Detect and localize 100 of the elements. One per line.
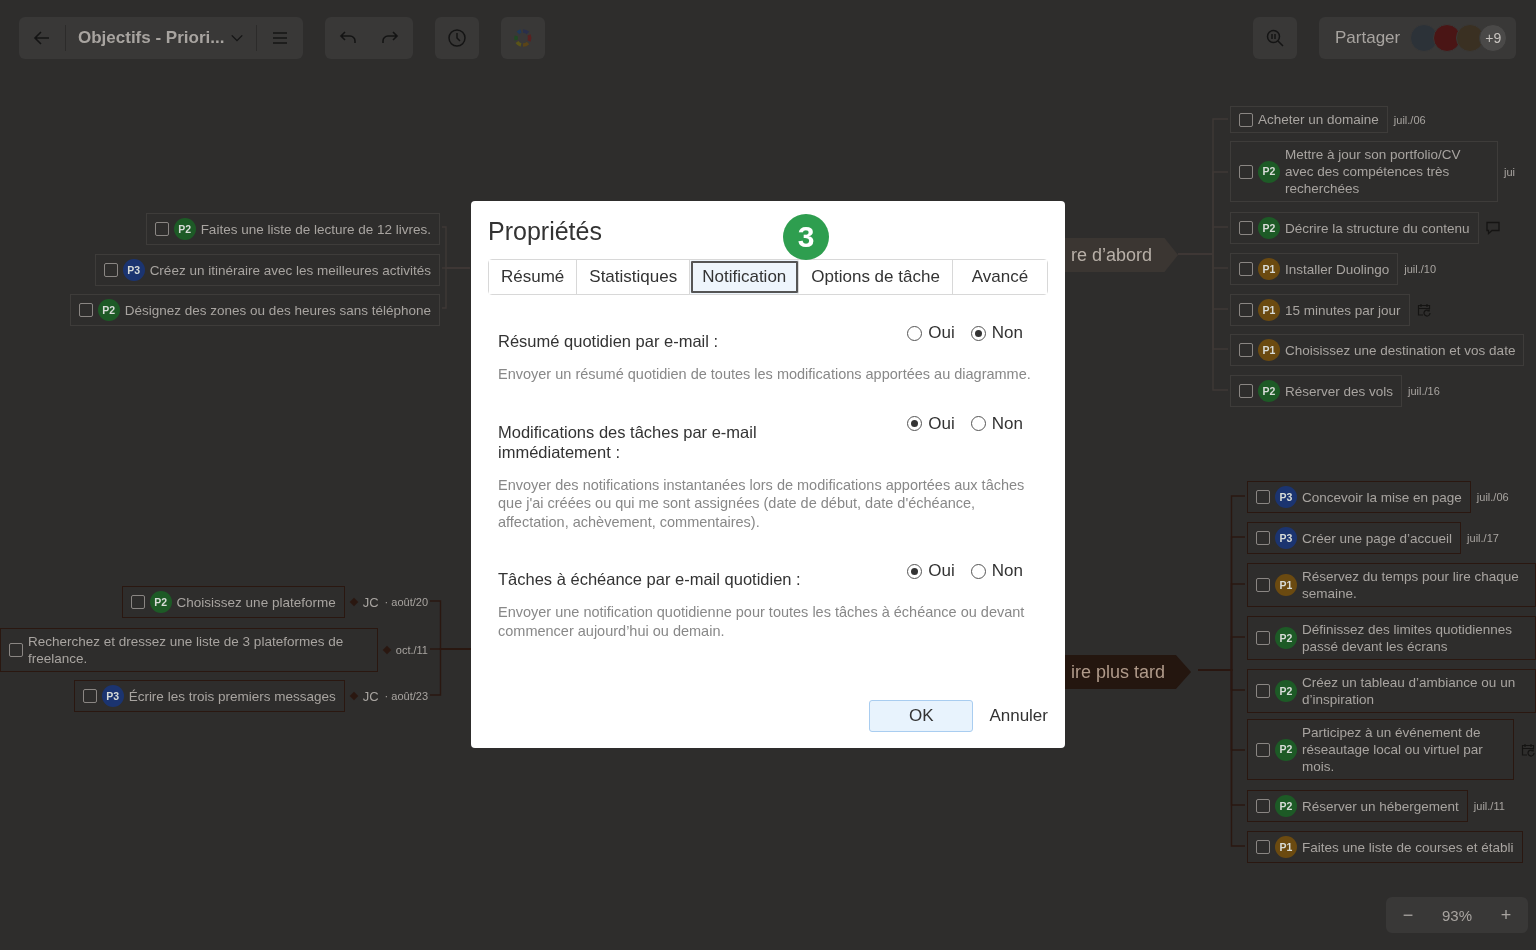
due-date: juil./10 <box>1404 263 1437 275</box>
radio-option[interactable]: Non <box>970 561 1023 581</box>
checkbox[interactable] <box>1256 840 1270 854</box>
checkbox[interactable] <box>154 222 169 236</box>
radio-option[interactable]: Non <box>970 413 1023 434</box>
task-text: Réserver des vols <box>1285 382 1394 400</box>
task-node[interactable]: P2 Mettre à jour son portfolio/CV avec des compétences très recherchées <box>1230 141 1498 202</box>
task-text: Décrire la structure du contenu <box>1285 219 1470 237</box>
checkbox[interactable] <box>1239 112 1253 127</box>
task-text: Créez un tableau d’ambiance ou un d’inspiration <box>1302 674 1517 708</box>
task-node[interactable]: P2 Participez à un événement de réseautage local ou virtuel par mois. <box>1247 719 1514 780</box>
checkbox[interactable] <box>9 643 23 657</box>
radio-option[interactable]: Non <box>970 323 1023 343</box>
zoom-out-button[interactable]: − <box>1394 903 1422 927</box>
checkbox[interactable] <box>1256 799 1270 813</box>
search-icon <box>1265 28 1285 48</box>
checkbox[interactable] <box>78 303 93 317</box>
checkbox[interactable] <box>1256 684 1270 698</box>
task-text: Recherchez et dressez une liste de 3 plateformes de freelance. <box>28 633 345 667</box>
radio-option[interactable]: Oui <box>907 413 955 434</box>
zoom-in-button[interactable]: + <box>1492 903 1520 927</box>
setting-label: Résumé quotidien par e-mail : <box>498 331 719 351</box>
assignee-initials: JC <box>362 688 379 704</box>
ok-button[interactable]: OK <box>869 700 974 732</box>
cancel-button[interactable]: Annuler <box>989 706 1048 726</box>
task-node[interactable]: Recherchez et dressez une liste de 3 plateformes de freelance. <box>0 628 378 672</box>
checkbox[interactable] <box>1239 303 1253 317</box>
checkbox[interactable] <box>1239 164 1253 179</box>
task-node[interactable]: P2 Définissez des limites quotidiennes passé devant les écrans <box>1247 616 1536 660</box>
setting-label: Modifications des tâches par e-mail immédiatement : <box>498 421 758 462</box>
task-node[interactable]: P2 Désignez des zones ou des heures sans téléphone <box>69 294 440 326</box>
task-node[interactable]: P1 15 minutes par jour <box>1230 294 1410 326</box>
tab[interactable]: Résumé <box>489 260 578 294</box>
priority-badge: P2 <box>1275 795 1297 817</box>
due-date: · août/20 <box>384 596 428 608</box>
task-node[interactable]: P2 Réserver des vols <box>1230 375 1403 407</box>
task-node[interactable]: P1 Choisissez une destination et vos date <box>1230 334 1525 366</box>
setting-description: Envoyer un résumé quotidien de toutes les modifications apportées au diagramme. <box>498 365 1032 384</box>
priority-badge: P1 <box>1275 574 1297 596</box>
checkbox[interactable] <box>1239 221 1253 235</box>
setting-description: Envoyer une notification quotidienne pour toutes les tâches à échéance ou devant commencer aujourd’hui ou demain. <box>498 603 1026 640</box>
due-date: juil./16 <box>1408 385 1440 397</box>
priority-badge: P1 <box>1275 836 1297 858</box>
task-text: Définissez des limites quotidiennes passé devant les écrans <box>1302 621 1514 655</box>
checkbox[interactable] <box>1239 384 1253 398</box>
task-node[interactable]: P1 Faites une liste de courses et établi <box>1247 831 1523 863</box>
checkbox[interactable] <box>103 263 118 277</box>
zoom-level: 93% <box>1442 906 1472 924</box>
priority-badge: P2 <box>1275 680 1297 702</box>
due-date: juil./11 <box>1473 800 1505 812</box>
due-date: · août/23 <box>384 690 428 702</box>
task-text: Participez à un événement de réseautage local ou virtuel par mois. <box>1302 724 1484 775</box>
radio-option[interactable]: Oui <box>907 323 955 343</box>
task-node[interactable]: P1 Réservez du temps pour lire chaque semaine. <box>1247 563 1536 607</box>
checkbox[interactable] <box>1256 631 1270 645</box>
task-node[interactable]: P3 Créer une page d’accueil <box>1247 522 1462 554</box>
priority-badge: P2 <box>1275 627 1297 649</box>
setting-description: Envoyer des notifications instantanées lors de modifications apportées aux tâches que j'ai créées ou qui me sont assignées (date de début, date d'échéance, affectation, achèvement, commentaires). <box>498 475 1026 531</box>
priority-badge: P3 <box>101 685 124 707</box>
task-node[interactable]: P3 Concevoir la mise en page <box>1247 481 1471 513</box>
task-node[interactable]: P2 Décrire la structure du contenu <box>1230 212 1479 244</box>
checkbox[interactable] <box>82 689 97 703</box>
task-node[interactable]: P2 Créez un tableau d’ambiance ou un d’inspiration <box>1247 669 1536 713</box>
priority-badge: P2 <box>173 218 196 240</box>
task-node[interactable]: Acheter un domaine <box>1230 106 1388 133</box>
task-text: Écrire les trois premiers messages <box>128 687 336 705</box>
checkbox[interactable] <box>1256 742 1270 757</box>
document-title-dropdown[interactable]: Objectifs - Priori... <box>70 28 253 48</box>
task-node[interactable]: P2 Choisissez une plateforme <box>121 586 345 618</box>
priority-badge: P2 <box>1275 738 1297 761</box>
priority-badge: P1 <box>1258 339 1280 361</box>
checkbox[interactable] <box>1239 262 1253 276</box>
checkbox[interactable] <box>1256 531 1270 545</box>
task-node[interactable]: P3 Créez un itinéraire avec les meilleures activités <box>94 254 440 286</box>
priority-badge: P3 <box>1275 527 1297 549</box>
share-button[interactable]: Partager +9 <box>1319 17 1516 59</box>
task-node[interactable]: P2 Faites une liste de lecture de 12 livres. <box>145 213 440 245</box>
priority-badge: P1 <box>1258 299 1280 321</box>
due-date: jui <box>1504 165 1515 178</box>
checkbox[interactable] <box>1256 578 1270 592</box>
priority-badge: P1 <box>1258 258 1280 280</box>
due-date: juil./06 <box>1393 113 1426 126</box>
task-text: Réservez du temps pour lire chaque semaine. <box>1302 568 1520 602</box>
clock-icon <box>447 28 468 48</box>
priority-badge: P3 <box>1275 486 1297 508</box>
assignee-initials: JC <box>362 594 379 610</box>
checkbox[interactable] <box>1256 490 1270 504</box>
task-node[interactable]: P3 Écrire les trois premiers messages <box>73 680 345 712</box>
setting-label: Tâches à échéance par e-mail quotidien : <box>498 569 801 589</box>
topic-node[interactable]: ire plus tard <box>1065 655 1192 689</box>
task-node[interactable]: P2 Réserver un hébergement <box>1247 790 1468 822</box>
task-text: Choisissez une plateforme <box>176 593 336 611</box>
checkbox[interactable] <box>130 595 145 609</box>
task-text: Mettre à jour son portfolio/CV avec des compétences très recherchées <box>1285 146 1462 197</box>
radio-option[interactable]: Oui <box>907 561 955 581</box>
checkbox[interactable] <box>1239 343 1253 357</box>
priority-badge: P2 <box>1258 160 1280 183</box>
topic-node[interactable]: re d’abord <box>1065 238 1179 272</box>
tab[interactable]: Notification <box>690 260 800 294</box>
task-node[interactable]: P1 Installer Duolingo <box>1230 253 1399 285</box>
